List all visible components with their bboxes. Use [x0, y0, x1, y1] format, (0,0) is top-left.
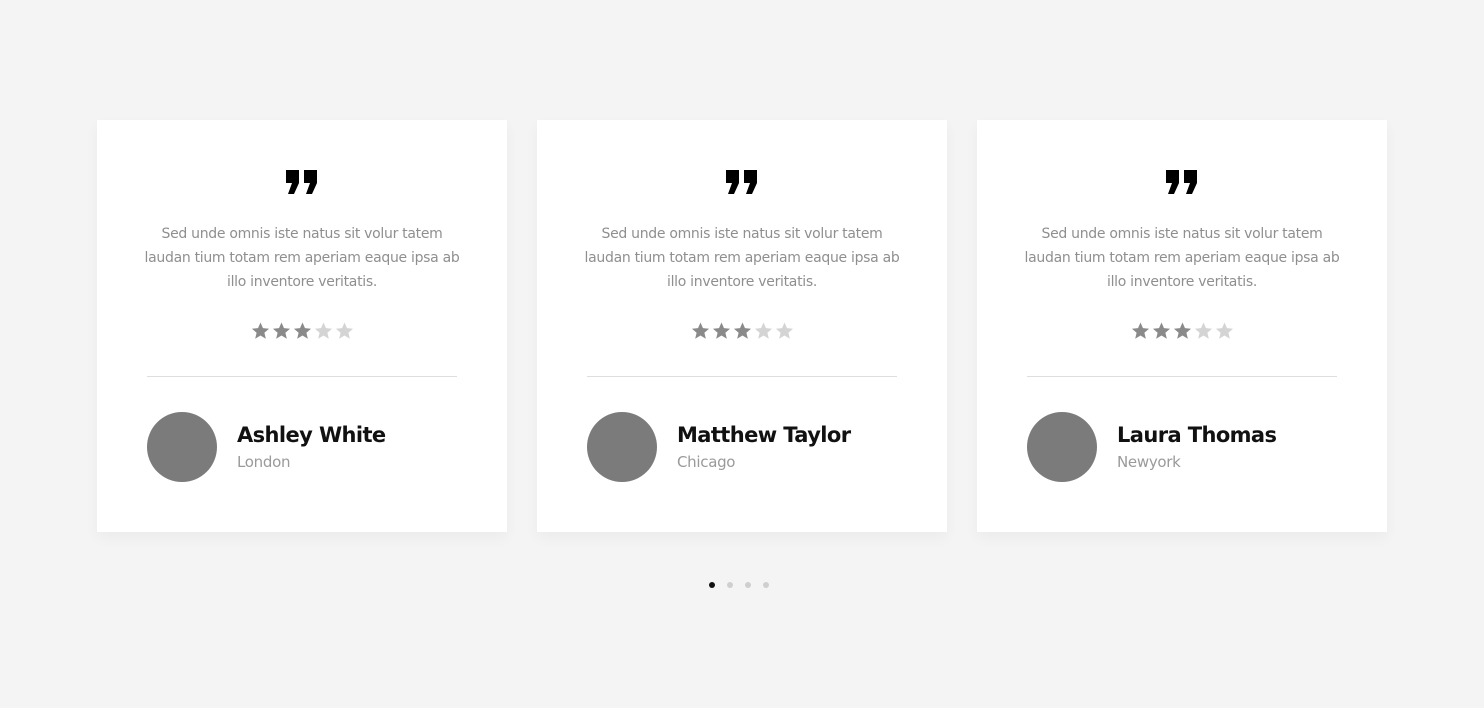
- testimonial-slider: Sed unde omnis iste natus sit volur tate…: [97, 120, 1387, 532]
- pagination-dot[interactable]: [763, 582, 769, 588]
- author-name: Matthew Taylor: [677, 423, 851, 447]
- author-name: Ashley White: [237, 423, 386, 447]
- star-filled-icon: [1173, 322, 1191, 339]
- author-location: Chicago: [677, 453, 736, 471]
- star-filled-icon: [293, 322, 311, 339]
- star-filled-icon: [712, 322, 730, 339]
- star-rating: [97, 321, 507, 343]
- star-filled-icon: [733, 322, 751, 339]
- quote-icon: [286, 170, 318, 194]
- star-empty-icon: [1194, 322, 1212, 339]
- star-empty-icon: [754, 322, 772, 339]
- star-rating: [537, 321, 947, 343]
- divider: [1027, 376, 1337, 377]
- testimonial-text: Sed unde omnis iste natus sit volur tate…: [1024, 226, 1340, 290]
- testimonial-card: Sed unde omnis iste natus sit volur tate…: [97, 120, 507, 532]
- testimonial-text: Sed unde omnis iste natus sit volur tate…: [584, 226, 900, 290]
- avatar: [147, 412, 217, 482]
- star-rating: [977, 321, 1387, 343]
- avatar: [587, 412, 657, 482]
- star-filled-icon: [272, 322, 290, 339]
- testimonial-card: Sed unde omnis iste natus sit volur tate…: [537, 120, 947, 532]
- star-empty-icon: [314, 322, 332, 339]
- author-location: London: [237, 453, 291, 471]
- star-empty-icon: [1215, 322, 1233, 339]
- slider-pagination: [709, 579, 769, 591]
- pagination-dot[interactable]: [727, 582, 733, 588]
- star-filled-icon: [1131, 322, 1149, 339]
- testimonial-card: Sed unde omnis iste natus sit volur tate…: [977, 120, 1387, 532]
- star-empty-icon: [335, 322, 353, 339]
- quote-icon: [1166, 170, 1198, 194]
- divider: [587, 376, 897, 377]
- star-filled-icon: [691, 322, 709, 339]
- divider: [147, 376, 457, 377]
- quote-icon: [726, 170, 758, 194]
- author-location: Newyork: [1117, 453, 1181, 471]
- star-filled-icon: [251, 322, 269, 339]
- author-name: Laura Thomas: [1117, 423, 1277, 447]
- testimonial-text: Sed unde omnis iste natus sit volur tate…: [144, 226, 460, 290]
- star-filled-icon: [1152, 322, 1170, 339]
- star-empty-icon: [775, 322, 793, 339]
- pagination-dot[interactable]: [709, 582, 715, 588]
- pagination-dot[interactable]: [745, 582, 751, 588]
- avatar: [1027, 412, 1097, 482]
